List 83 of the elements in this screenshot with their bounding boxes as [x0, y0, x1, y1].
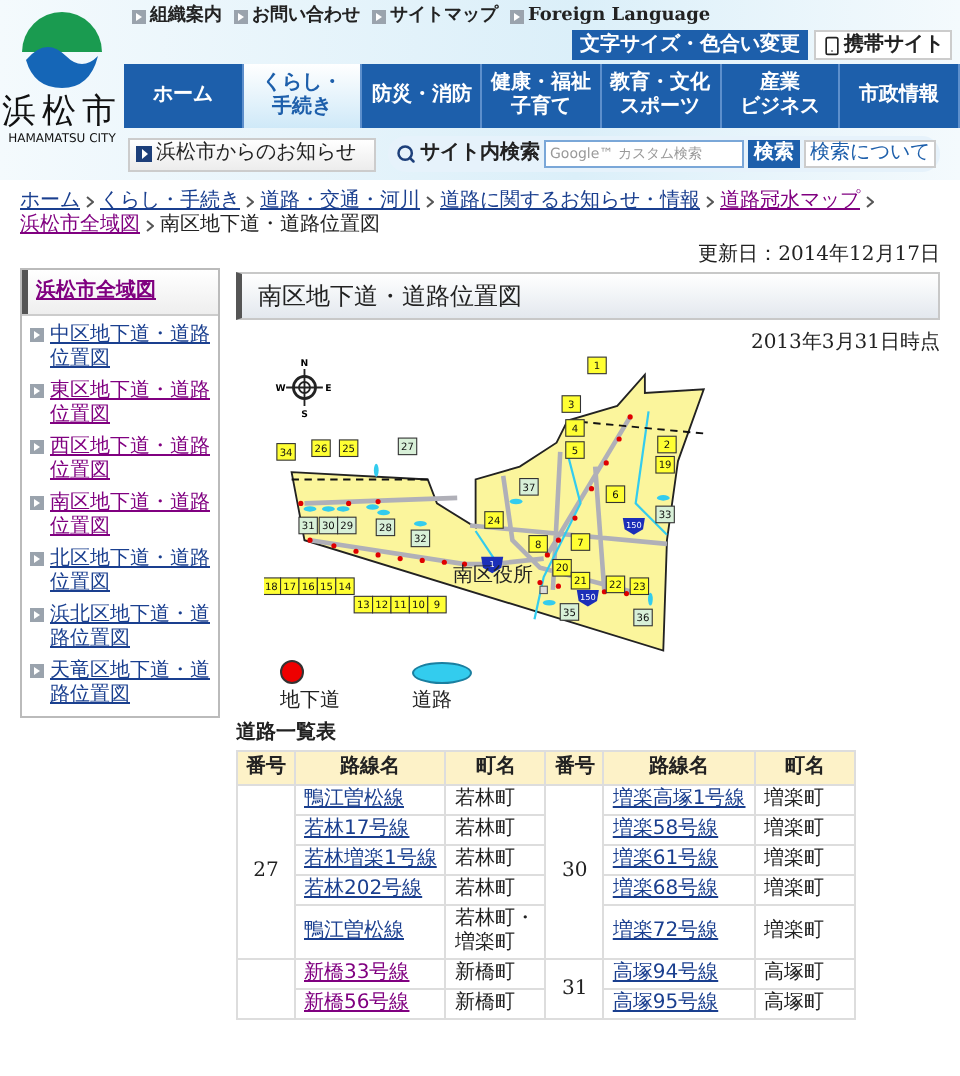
- town-cell: 新橋町: [445, 959, 546, 989]
- arrow-icon: [372, 9, 386, 23]
- arrow-icon: [30, 608, 44, 622]
- arrow-icon: [30, 664, 44, 678]
- arrow-icon: [30, 440, 44, 454]
- phone-icon: [822, 35, 842, 55]
- arrow-icon: [30, 328, 44, 342]
- column-header: 路線名: [603, 751, 755, 785]
- town-cell: 若林町: [445, 845, 546, 875]
- legend-label: 地下道: [280, 690, 340, 714]
- town-cell: 高塚町: [754, 989, 855, 1019]
- search-icon: [396, 144, 416, 164]
- number-cell: 27: [237, 785, 295, 959]
- logo-text: 浜松市: [2, 92, 122, 132]
- breadcrumb-link[interactable]: くらし・手続き: [100, 190, 240, 214]
- sidebar-link[interactable]: 浜北区地下道・道路位置図: [50, 604, 210, 652]
- column-header: 路線名: [295, 751, 446, 785]
- breadcrumb-link[interactable]: ホーム: [20, 190, 80, 214]
- sidebar-link[interactable]: 東区地下道・道路位置図: [50, 380, 210, 428]
- sidebar-link[interactable]: 南区地下道・道路位置図: [50, 492, 210, 540]
- arrow-icon: [510, 9, 524, 23]
- sidebar-link[interactable]: 北区地下道・道路位置図: [50, 548, 210, 596]
- top-link[interactable]: 組織案内: [150, 4, 222, 28]
- arrow-icon: [136, 146, 152, 162]
- column-header: 番号: [237, 751, 295, 785]
- breadcrumb-link[interactable]: 道路に関するお知らせ・情報: [440, 190, 700, 214]
- number-cell: 31: [545, 959, 604, 1019]
- town-cell: 若林町・増楽町: [445, 905, 546, 959]
- underpass-symbol: [280, 660, 304, 684]
- updated-date: 更新日：2014年12月17日: [698, 244, 940, 268]
- search-label: サイト内検索: [420, 142, 540, 166]
- column-header: 町名: [754, 751, 855, 785]
- town-cell: 増楽町: [754, 905, 855, 959]
- road-symbol: [412, 661, 472, 683]
- nav-tab[interactable]: 健康・福祉 子育て: [482, 64, 602, 128]
- arrow-icon: [132, 9, 146, 23]
- search-button[interactable]: 検索: [748, 140, 800, 168]
- top-link[interactable]: Foreign Language: [528, 4, 711, 28]
- town-cell: 増楽町: [754, 815, 855, 845]
- text-size-button[interactable]: 文字サイズ・色合い変更: [572, 30, 808, 60]
- notice-link[interactable]: 浜松市からのお知らせ: [128, 137, 376, 171]
- town-cell: 増楽町: [754, 845, 855, 875]
- town-cell: 高塚町: [754, 959, 855, 989]
- table-caption: 道路一覧表: [236, 722, 336, 746]
- page-title: 南区地下道・道路位置図: [258, 284, 522, 308]
- chevron-icon: [86, 196, 94, 208]
- breadcrumb-link[interactable]: 浜松市全域図: [20, 214, 140, 238]
- as-of-date: 2013年3月31日時点: [750, 332, 940, 356]
- column-header: 町名: [445, 751, 546, 785]
- breadcrumb-link[interactable]: 道路冠水マップ: [720, 190, 860, 214]
- arrow-icon: [30, 496, 44, 510]
- nav-tab[interactable]: くらし・ 手続き: [243, 64, 363, 128]
- top-link[interactable]: サイトマップ: [390, 4, 498, 28]
- arrow-icon: [30, 552, 44, 566]
- breadcrumb-link[interactable]: 道路・交通・河川: [260, 190, 420, 214]
- logo-icon: [18, 8, 106, 92]
- chevron-icon: [706, 196, 714, 208]
- nav-tab[interactable]: 教育・文化 スポーツ: [601, 64, 722, 128]
- chevron-icon: [866, 196, 874, 208]
- chevron-icon: [146, 220, 154, 232]
- chevron-icon: [246, 196, 254, 208]
- town-cell: 若林町: [445, 815, 546, 845]
- nav-tab[interactable]: 産業 ビジネス: [721, 64, 841, 128]
- town-cell: 新橋町: [445, 989, 546, 1019]
- mobile-site-button[interactable]: 携帯サイト: [814, 30, 952, 60]
- breadcrumb-current: 南区地下道・道路位置図: [160, 214, 380, 238]
- top-link[interactable]: お問い合わせ: [252, 4, 360, 28]
- town-cell: 増楽町: [754, 875, 855, 905]
- nav-tab[interactable]: 防災・消防: [362, 64, 483, 128]
- legend-label: 道路: [412, 690, 452, 714]
- sidebar-link[interactable]: 中区地下道・道路位置図: [50, 324, 210, 372]
- search-help-link[interactable]: 検索について: [804, 140, 936, 168]
- sidebar-link[interactable]: 天竜区地下道・道路位置図: [50, 660, 210, 708]
- arrow-icon: [234, 9, 248, 23]
- number-cell: 30: [545, 785, 604, 959]
- column-header: 番号: [545, 751, 604, 785]
- sidebar-link[interactable]: 西区地下道・道路位置図: [50, 436, 210, 484]
- town-cell: 若林町: [445, 875, 546, 905]
- nav-tab[interactable]: 市政情報: [840, 64, 960, 128]
- arrow-icon: [30, 384, 44, 398]
- town-cell: 増楽町: [754, 785, 855, 815]
- chevron-icon: [426, 196, 434, 208]
- town-cell: 若林町: [445, 785, 546, 815]
